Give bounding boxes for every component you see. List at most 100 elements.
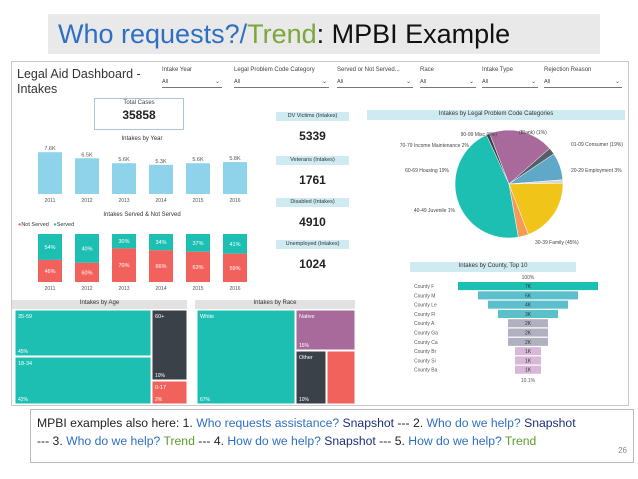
chevron-down-icon: ⌄	[405, 79, 411, 85]
county-bar-label: 2K	[525, 321, 532, 327]
year-bar	[38, 152, 62, 194]
link-trend-2[interactable]: Trend	[502, 434, 536, 448]
intakes-by-year-chart: 7.6K 2011 6.5K 2012 5.6K 2013 5.3K 2014 5.6K 2015…	[38, 146, 247, 204]
filter-select[interactable]: All ⌄	[482, 76, 538, 88]
served-tick-label: 2015	[192, 286, 203, 292]
filter-intake-type[interactable]: Intake Type All ⌄	[482, 67, 538, 95]
filter-legal-problem[interactable]: Legal Problem Code Category All ⌄	[234, 67, 329, 95]
kpi-value: 1761	[299, 173, 326, 187]
total-cases-value: 35858	[122, 108, 156, 122]
year-bar-label: 5.6K	[118, 157, 130, 163]
served-bar-label: 54%	[44, 245, 55, 251]
filter-served[interactable]: Served or Not Served... All ⌄	[337, 67, 413, 95]
legend-served: Served	[56, 222, 75, 228]
county-tick-label: County Le	[414, 303, 437, 309]
age-cell	[15, 310, 152, 357]
link-snapshot-3[interactable]: Snapshot	[321, 434, 376, 448]
dashboard-title: Legal Aid Dashboard - Intakes	[17, 67, 141, 96]
pie-slice-label: 40-49 Juvenile 1%	[414, 208, 456, 214]
county-tick-label: County Br	[414, 349, 437, 355]
slide-title: Who requests?/Trend: MPBI Example	[48, 14, 600, 54]
filter-race[interactable]: Race All ⌄	[420, 67, 476, 95]
county-tick-label: County Ba	[414, 368, 438, 374]
filter-label: Served or Not Served...	[337, 67, 400, 73]
not-served-bar-label: 66%	[155, 264, 166, 270]
year-bar	[223, 162, 247, 194]
served-bar-label: 34%	[155, 240, 166, 246]
county-top-label: 100%	[522, 275, 535, 281]
pie-slice-label: 20-29 Employment 3%	[571, 168, 622, 174]
chevron-down-icon: ⌄	[614, 79, 620, 85]
page-number: 26	[618, 446, 627, 455]
chevron-down-icon: ⌄	[214, 79, 220, 85]
year-bar-label: 6.5K	[81, 152, 93, 158]
race-cell-pct: 67%	[200, 397, 211, 403]
caption-sep: --- 3.	[37, 434, 67, 448]
caption-sep: --- 4.	[194, 434, 228, 448]
chart-title-pie: Intakes by Legal Problem Code Categories	[438, 111, 554, 117]
filter-value: All	[420, 79, 427, 85]
county-funnel-chart: 100% 7K County F 5K County M 4K County Le 3K Cou…	[414, 275, 598, 384]
kpi-dv-victims: DV Victims (Intakes) 5339	[276, 112, 349, 152]
year-bar	[112, 163, 136, 194]
race-cell-pct: 15%	[299, 343, 310, 349]
kpi-unemployed: Unemployed (Intakes) 1024	[276, 240, 349, 280]
county-bottom-label: 10.1%	[521, 378, 536, 384]
kpi-label: Veterans (Intakes)	[276, 156, 349, 165]
link-snapshot-2[interactable]: Snapshot	[521, 416, 576, 430]
filter-label: Race	[420, 67, 435, 73]
county-bar-label: 3K	[525, 312, 532, 318]
not-served-bar-label: 70%	[118, 263, 129, 269]
not-served-bar-label: 60%	[81, 270, 92, 276]
served-chart: 54% 46% 2011 40% 60% 2012 30% 70% 2013 34% 66% 2014…	[38, 234, 247, 292]
age-cell	[151, 310, 187, 381]
caption-box: MPBI examples also here: 1. Who requests…	[30, 409, 634, 463]
total-cases-label: Total Cases	[123, 100, 155, 106]
filter-label: Intake Year	[162, 67, 193, 73]
filter-rejection-reason[interactable]: Rejection Reason All ⌄	[544, 67, 622, 95]
filter-select[interactable]: All ⌄	[162, 76, 222, 88]
pie-slice-label: 70-79 Income Maintenance 2%	[400, 143, 470, 149]
slide-title-part2: Trend	[247, 19, 317, 49]
filter-intake-year[interactable]: Intake Year All ⌄	[162, 67, 222, 95]
link-who-help-2[interactable]: Who do we help?	[66, 434, 160, 448]
filter-select[interactable]: All ⌄	[337, 76, 413, 88]
county-tick-label: County F	[414, 284, 434, 290]
county-bar-label: 4K	[525, 303, 532, 309]
filter-value: All	[234, 79, 241, 85]
year-bar-label: 5.3K	[155, 159, 167, 165]
filter-select[interactable]: All ⌄	[544, 76, 622, 88]
age-treemap: 35-59 45% 18-34 42% 60+ 10% 0-17 2%	[15, 310, 187, 404]
link-who-help[interactable]: Who do we help?	[427, 416, 521, 430]
kpi-label: Unemployed (Intakes)	[276, 240, 349, 249]
year-bar-label: 5.8K	[229, 156, 241, 162]
filter-label: Intake Type	[482, 67, 513, 73]
served-tick-label: 2016	[229, 286, 240, 292]
filter-select[interactable]: All ⌄	[234, 76, 329, 88]
link-trend-1[interactable]: Trend	[160, 434, 194, 448]
served-bar-label: 40%	[81, 246, 92, 252]
county-tick-label: County Ca	[414, 340, 438, 346]
link-how-help-2[interactable]: How do we help?	[408, 434, 502, 448]
link-snapshot-1[interactable]: Snapshot	[339, 416, 395, 430]
chevron-down-icon: ⌄	[530, 79, 536, 85]
chart-title-age: Intakes by Age	[12, 300, 187, 309]
kpi-value: 4910	[299, 215, 326, 229]
caption-sep: --- 2.	[394, 416, 427, 430]
age-cell-label: 0-17	[155, 385, 166, 391]
county-tick-label: County Fl	[414, 312, 435, 318]
county-bar-label: 1K	[525, 349, 532, 355]
filter-select[interactable]: All ⌄	[420, 76, 476, 88]
pie-slice-label: 60-69 Housing 19%	[405, 168, 449, 174]
slide-title-part3: : MPBI Example	[316, 19, 511, 49]
county-bar-label: 2K	[525, 331, 532, 337]
age-cell	[15, 356, 152, 404]
served-tick-label: 2014	[155, 286, 166, 292]
kpi-veterans: Veterans (Intakes) 1761	[276, 156, 349, 196]
filter-value: All	[544, 79, 551, 85]
link-how-help[interactable]: How do we help?	[227, 434, 321, 448]
pie-slice-label: 01-09 Consumer (19%)	[571, 142, 623, 148]
served-tick-label: 2013	[118, 286, 129, 292]
link-who-requests[interactable]: Who requests assistance?	[196, 416, 339, 430]
county-tick-label: County Ga	[414, 331, 438, 337]
